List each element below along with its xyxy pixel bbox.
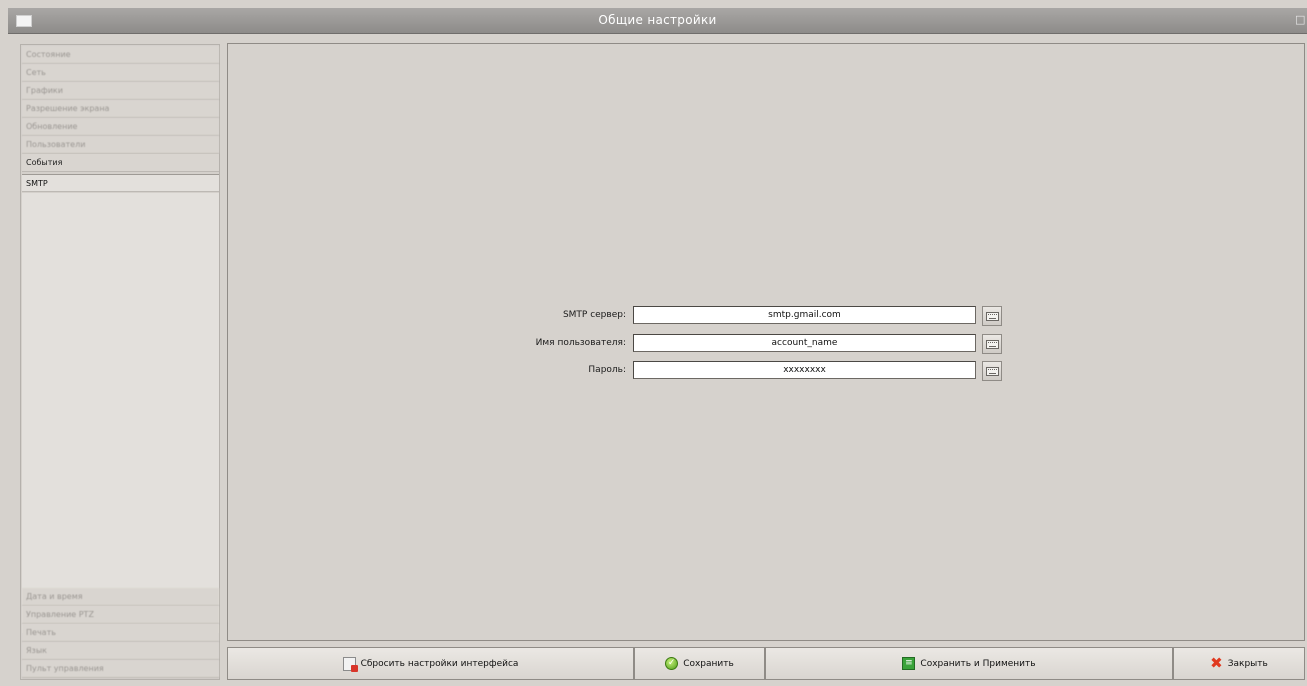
password-keyboard-button[interactable] bbox=[982, 361, 1002, 381]
window-title: Общие настройки bbox=[598, 13, 717, 27]
keyboard-icon bbox=[985, 311, 999, 321]
smtp-server-input[interactable]: smtp.gmail.com bbox=[633, 306, 976, 324]
sidebar-item-control-panel[interactable]: Пульт управления bbox=[22, 660, 219, 678]
reset-interface-button[interactable]: Сбросить настройки интерфейса bbox=[227, 647, 634, 680]
sidebar-item-datetime[interactable]: Дата и время bbox=[22, 588, 219, 606]
sidebar-item-resolution[interactable]: Разрешение экрана bbox=[22, 100, 219, 118]
keyboard-icon bbox=[985, 366, 999, 376]
password-input[interactable]: xxxxxxxx bbox=[633, 361, 976, 379]
sidebar-item-events[interactable]: События bbox=[22, 154, 219, 172]
close-button[interactable]: ✖ Закрыть bbox=[1173, 647, 1305, 680]
smtp-server-label: SMTP сервер: bbox=[562, 310, 626, 320]
save-and-apply-label: Сохранить и Применить bbox=[920, 658, 1036, 669]
maximize-icon[interactable]: □ bbox=[1295, 13, 1305, 26]
close-x-icon: ✖ bbox=[1210, 654, 1223, 672]
sidebar-selected-panel bbox=[22, 193, 219, 633]
reset-icon bbox=[342, 656, 358, 672]
username-label: Имя пользователя: bbox=[535, 338, 626, 348]
sidebar-item-network[interactable]: Сеть bbox=[22, 64, 219, 82]
sidebar-item-print[interactable]: Печать bbox=[22, 624, 219, 642]
server-keyboard-button[interactable] bbox=[982, 306, 1002, 326]
password-label: Пароль: bbox=[588, 365, 626, 375]
username-input[interactable]: account_name bbox=[633, 334, 976, 352]
save-and-apply-button[interactable]: ≡ Сохранить и Применить bbox=[765, 647, 1173, 680]
save-button[interactable]: ✓ Сохранить bbox=[634, 647, 765, 680]
window-titlebar[interactable]: Общие настройки □ × bbox=[8, 8, 1307, 34]
username-keyboard-button[interactable] bbox=[982, 334, 1002, 354]
checkmark-icon: ✓ bbox=[665, 657, 679, 670]
sidebar-item-update[interactable]: Обновление bbox=[22, 118, 219, 136]
save-label: Сохранить bbox=[683, 658, 734, 669]
sidebar-item-ptz[interactable]: Управление PTZ bbox=[22, 606, 219, 624]
sidebar-item-status[interactable]: Состояние bbox=[22, 46, 219, 64]
apply-icon: ≡ bbox=[902, 657, 916, 670]
keyboard-icon bbox=[985, 339, 999, 349]
sidebar-item-users[interactable]: Пользователи bbox=[22, 136, 219, 154]
reset-interface-label: Сбросить настройки интерфейса bbox=[360, 658, 519, 669]
sidebar-item-smtp[interactable]: SMTP bbox=[22, 174, 219, 192]
close-label: Закрыть bbox=[1227, 658, 1268, 669]
sidebar-item-language[interactable]: Язык bbox=[22, 642, 219, 660]
sidebar-item-graphics[interactable]: Графики bbox=[22, 82, 219, 100]
settings-sidebar: Состояние Сеть Графики Разрешение экрана… bbox=[20, 44, 220, 680]
